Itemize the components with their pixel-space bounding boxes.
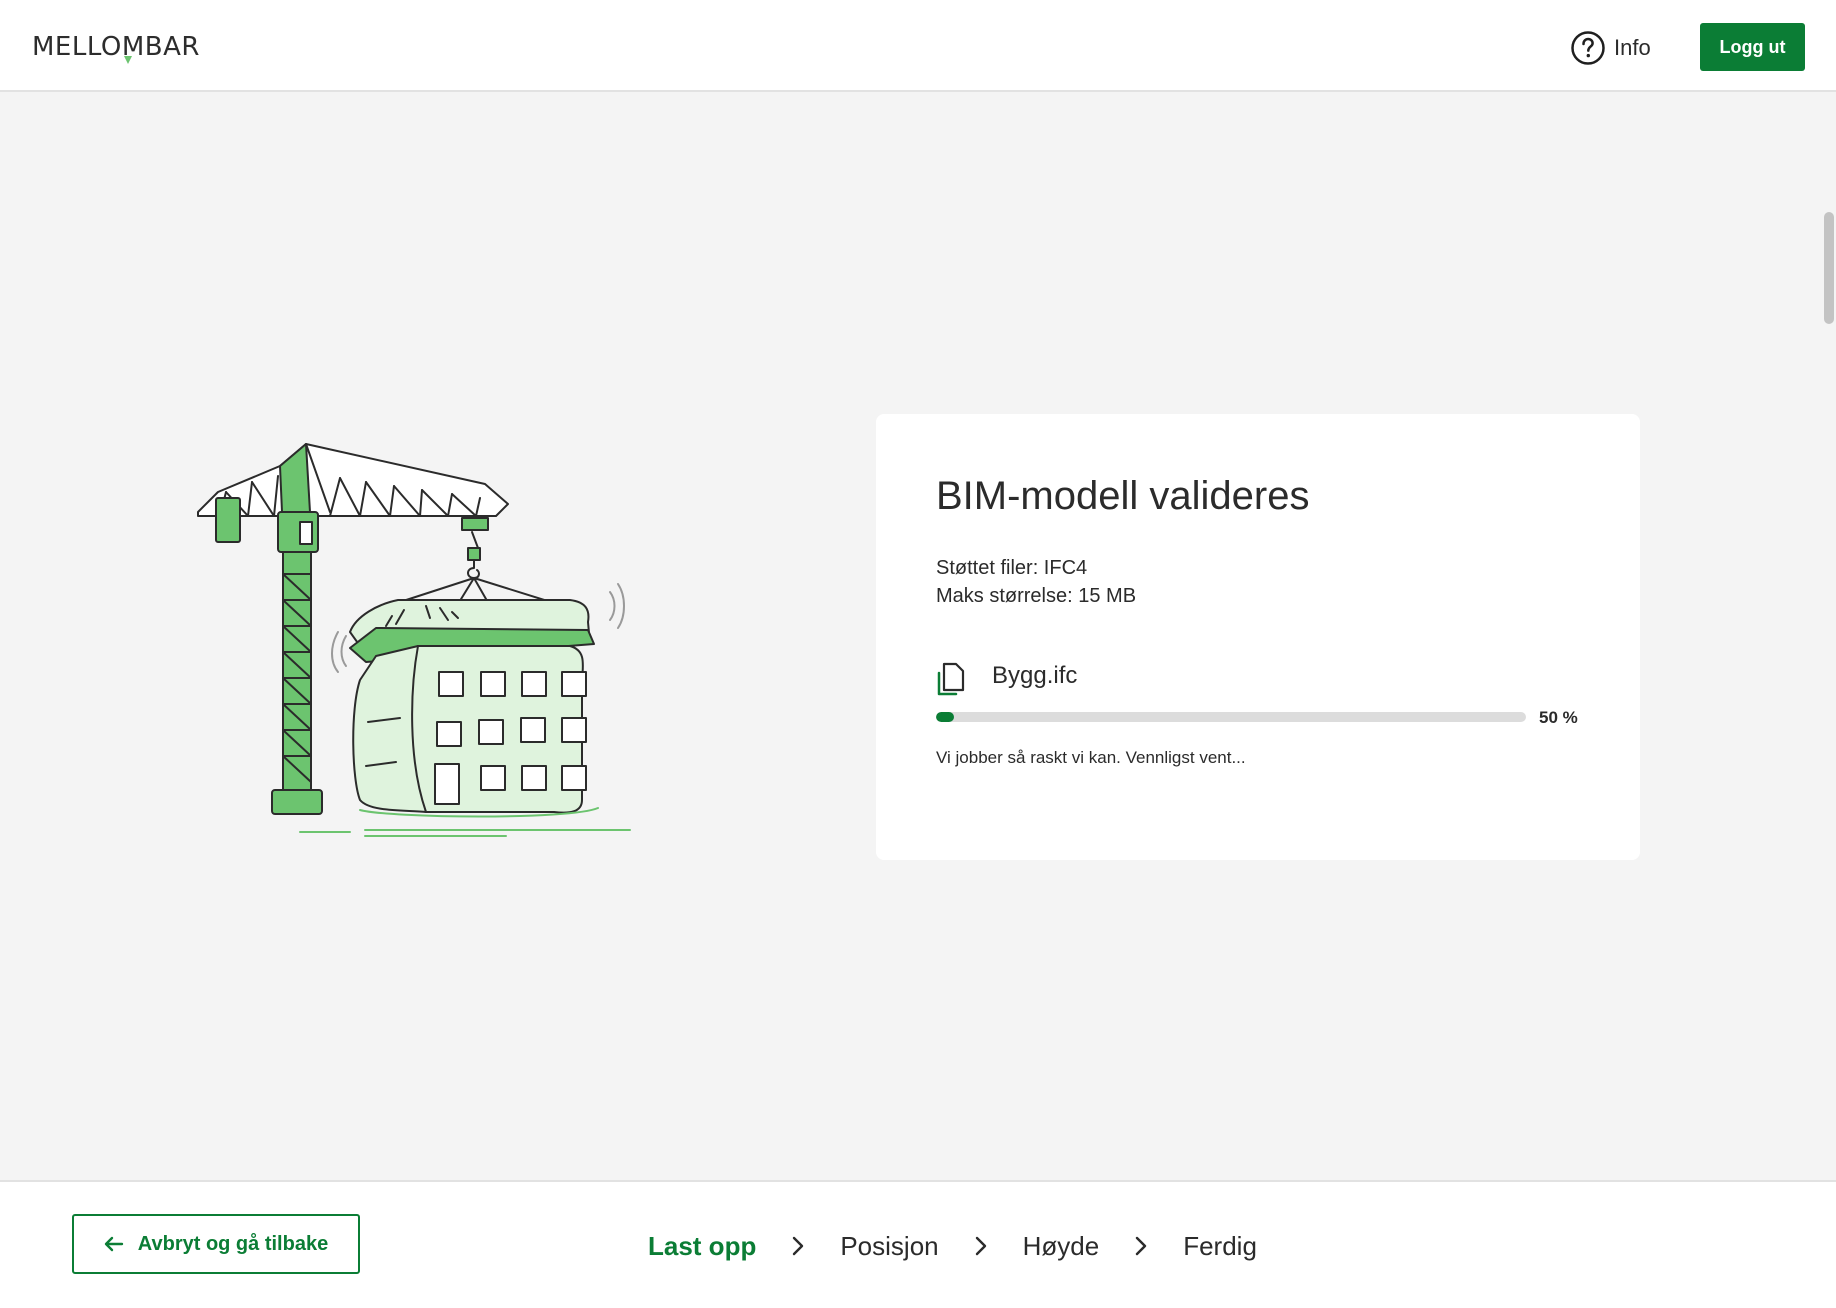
chevron-right-icon — [975, 1236, 987, 1256]
question-circle-icon — [1571, 31, 1605, 65]
step-hoyde: Høyde — [1022, 1230, 1100, 1261]
footer-bar: Avbryt og gå tilbake Last opp Posisjon H… — [0, 1180, 1836, 1308]
page-title: BIM-modell valideres — [936, 474, 1310, 518]
cancel-back-label: Avbryt og gå tilbake — [137, 1232, 329, 1255]
chevron-right-icon — [1135, 1236, 1147, 1256]
logo[interactable]: MELLOMBAR — [32, 32, 200, 62]
chevron-right-icon — [792, 1236, 804, 1256]
crane-building-illustration — [197, 443, 631, 837]
supported-files-text: Støttet filer: IFC4 — [936, 557, 1088, 579]
file-name: Bygg.ifc — [992, 662, 1078, 689]
arrow-left-icon — [104, 1236, 123, 1252]
logo-accent-icon — [124, 56, 132, 64]
document-icon — [937, 662, 965, 696]
max-size-text: Maks størrelse: 15 MB — [936, 585, 1137, 607]
wait-message: Vi jobber så raskt vi kan. Vennligst ven… — [936, 748, 1246, 767]
validation-card: BIM-modell valideres Støttet filer: IFC4… — [876, 414, 1640, 860]
progress-bar — [936, 712, 1526, 722]
progress-percent: 50 % — [1539, 708, 1578, 727]
info-button[interactable]: Info — [1570, 30, 1651, 66]
step-last-opp: Last opp — [648, 1230, 757, 1261]
step-ferdig: Ferdig — [1183, 1230, 1257, 1261]
stepper: Last opp Posisjon Høyde Ferdig — [648, 1226, 1257, 1266]
scrollbar-thumb[interactable] — [1824, 212, 1834, 324]
info-label: Info — [1614, 35, 1651, 60]
cancel-back-button[interactable]: Avbryt og gå tilbake — [72, 1214, 360, 1274]
top-header: MELLOMBAR Info Logg ut — [0, 0, 1836, 92]
progress-bar-fill — [936, 712, 954, 722]
step-posisjon: Posisjon — [840, 1230, 939, 1261]
logout-button[interactable]: Logg ut — [1700, 23, 1805, 71]
